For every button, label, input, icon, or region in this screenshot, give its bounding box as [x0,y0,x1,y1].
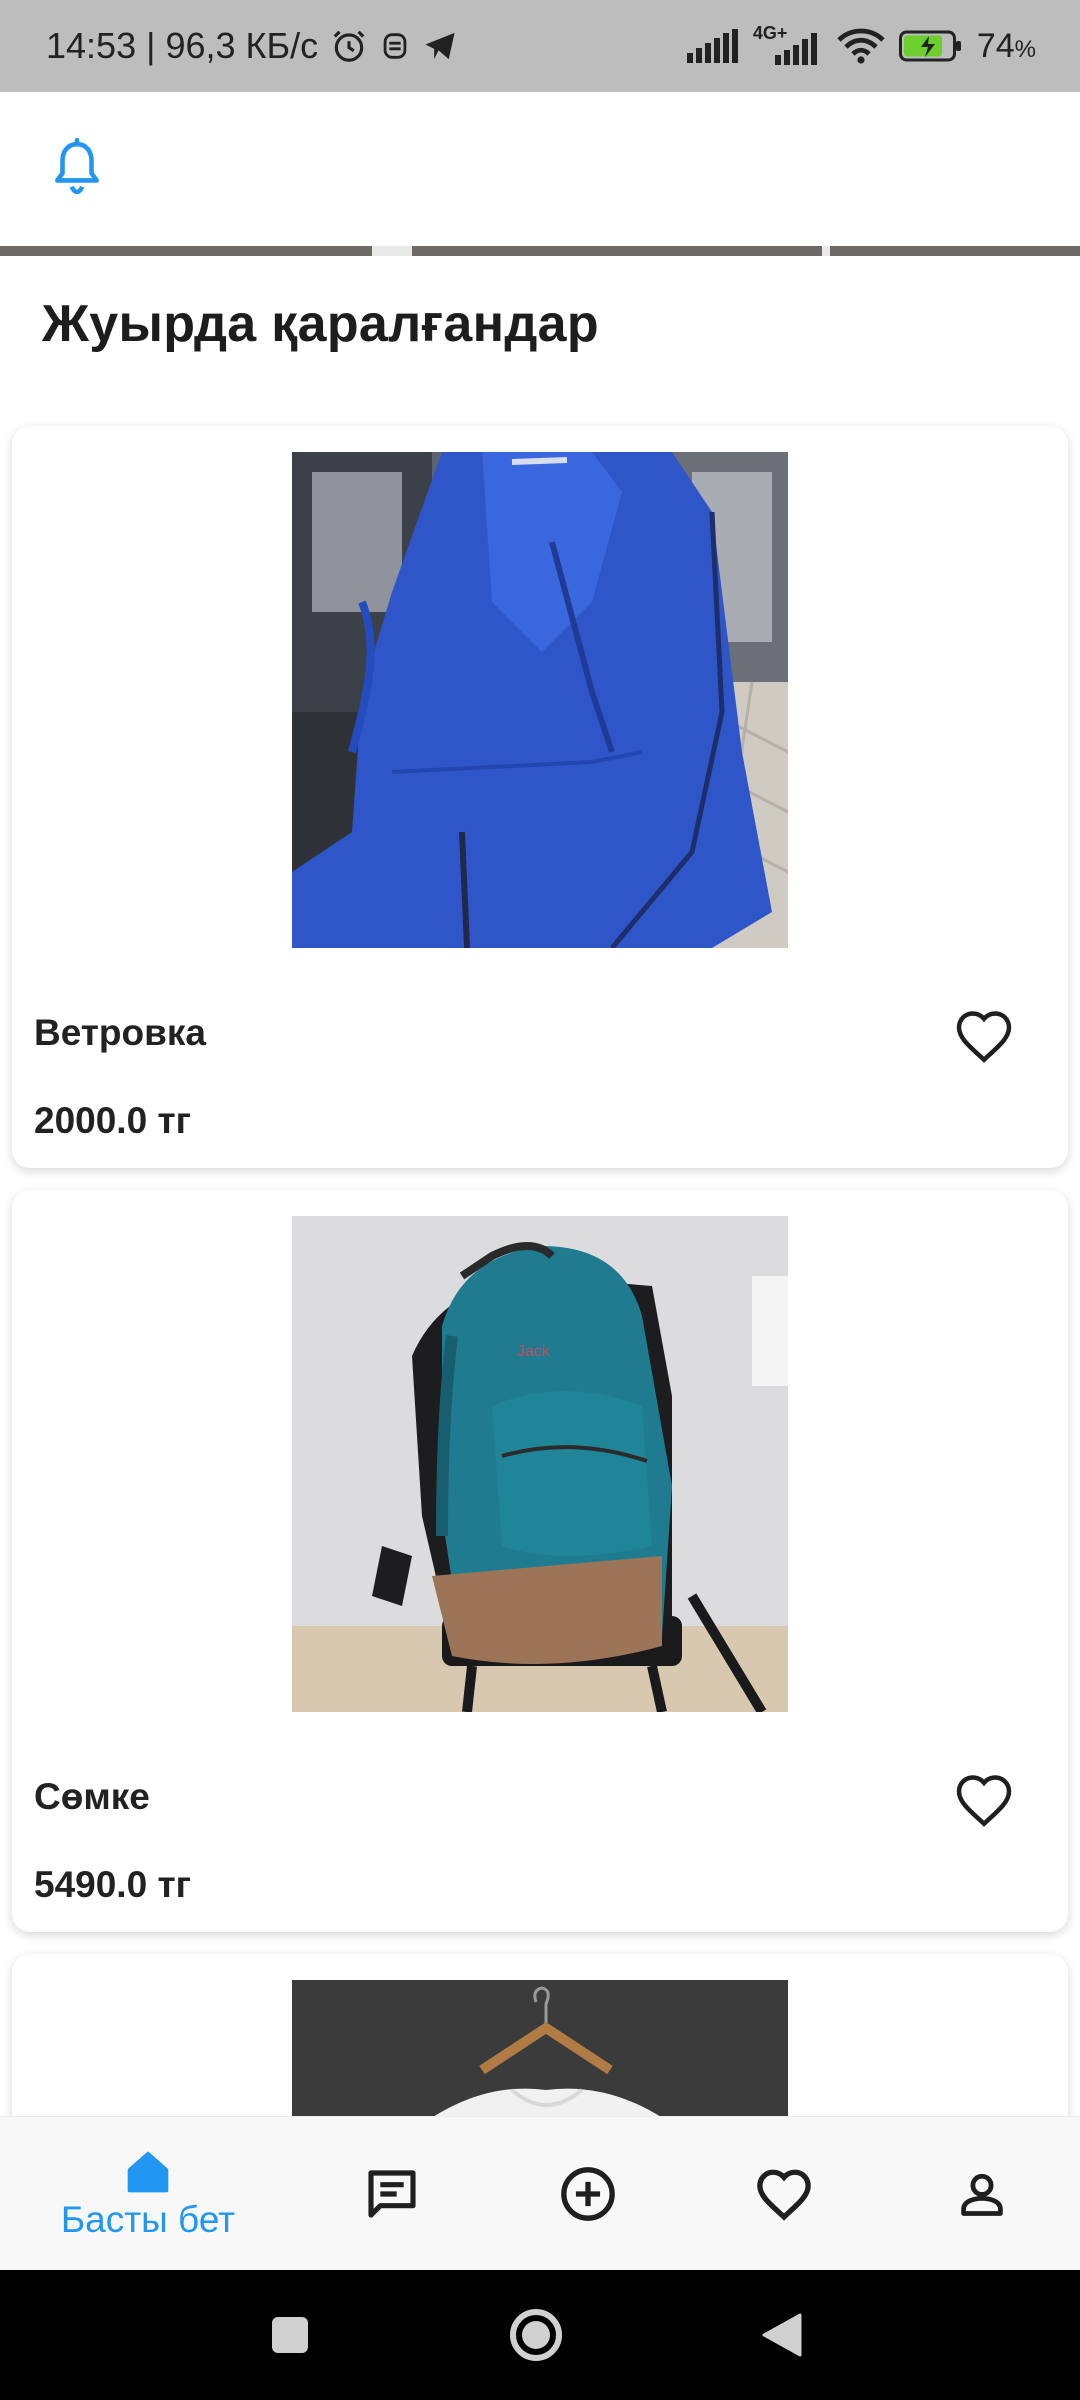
nav-home[interactable]: Басты бет [48,2117,248,2271]
system-navigation-bar [0,2270,1080,2400]
add-circle-icon [561,2167,615,2221]
product-image: Jack [292,1216,788,1712]
bell-icon[interactable] [52,137,102,196]
bottom-navigation: Басты бет [0,2116,1080,2270]
recent-apps-button[interactable] [250,2270,330,2400]
chat-icon [368,2170,416,2218]
nav-home-label: Басты бет [60,2199,236,2240]
person-icon [961,2173,1003,2216]
product-image [292,452,788,948]
status-left: 14:53 | 96,3 КБ/с [46,25,458,67]
home-icon [127,2151,169,2193]
section-title: Жуырда қаралғандар [42,295,599,353]
triangle-back-icon [762,2313,802,2357]
circle-icon [510,2309,562,2361]
product-price: 2000.0 тг [34,1100,191,1141]
notification-app-icon [380,29,410,63]
heart-icon[interactable] [954,1772,1014,1828]
product-name: Сөмке [34,1776,150,1817]
nav-favorites[interactable] [744,2117,824,2271]
product-card[interactable]: Jack Сөмке 5490.0 тг [12,1190,1068,1932]
battery-percentage: 74% [976,26,1036,65]
nav-add[interactable] [548,2117,628,2271]
telegram-icon [422,30,458,62]
square-icon [272,2317,308,2353]
heart-icon[interactable] [954,1008,1014,1064]
product-card[interactable]: Ветровка 2000.0 тг [12,426,1068,1168]
app-header [0,92,1080,248]
back-button[interactable] [742,2270,822,2400]
status-bar: 14:53 | 96,3 КБ/с 4G+ 74% [0,0,1080,92]
nav-messages[interactable] [352,2117,432,2271]
wifi-icon [837,28,885,64]
signal-icon [686,29,739,63]
product-name: Ветровка [34,1012,206,1053]
banner-carousel-edge [0,246,1080,256]
status-right: 4G+ 74% [686,23,1036,66]
product-price: 5490.0 тг [34,1864,191,1905]
network-type: 4G+ [752,23,788,43]
heart-icon [757,2169,811,2221]
alarm-icon [330,27,368,65]
svg-text:Jack: Jack [517,1343,551,1360]
status-time-speed: 14:53 | 96,3 КБ/с [46,25,319,66]
signal-4g-icon: 4G+ [753,23,823,65]
nav-profile[interactable] [942,2117,1022,2271]
home-button[interactable] [496,2270,576,2400]
battery-icon [898,30,963,62]
